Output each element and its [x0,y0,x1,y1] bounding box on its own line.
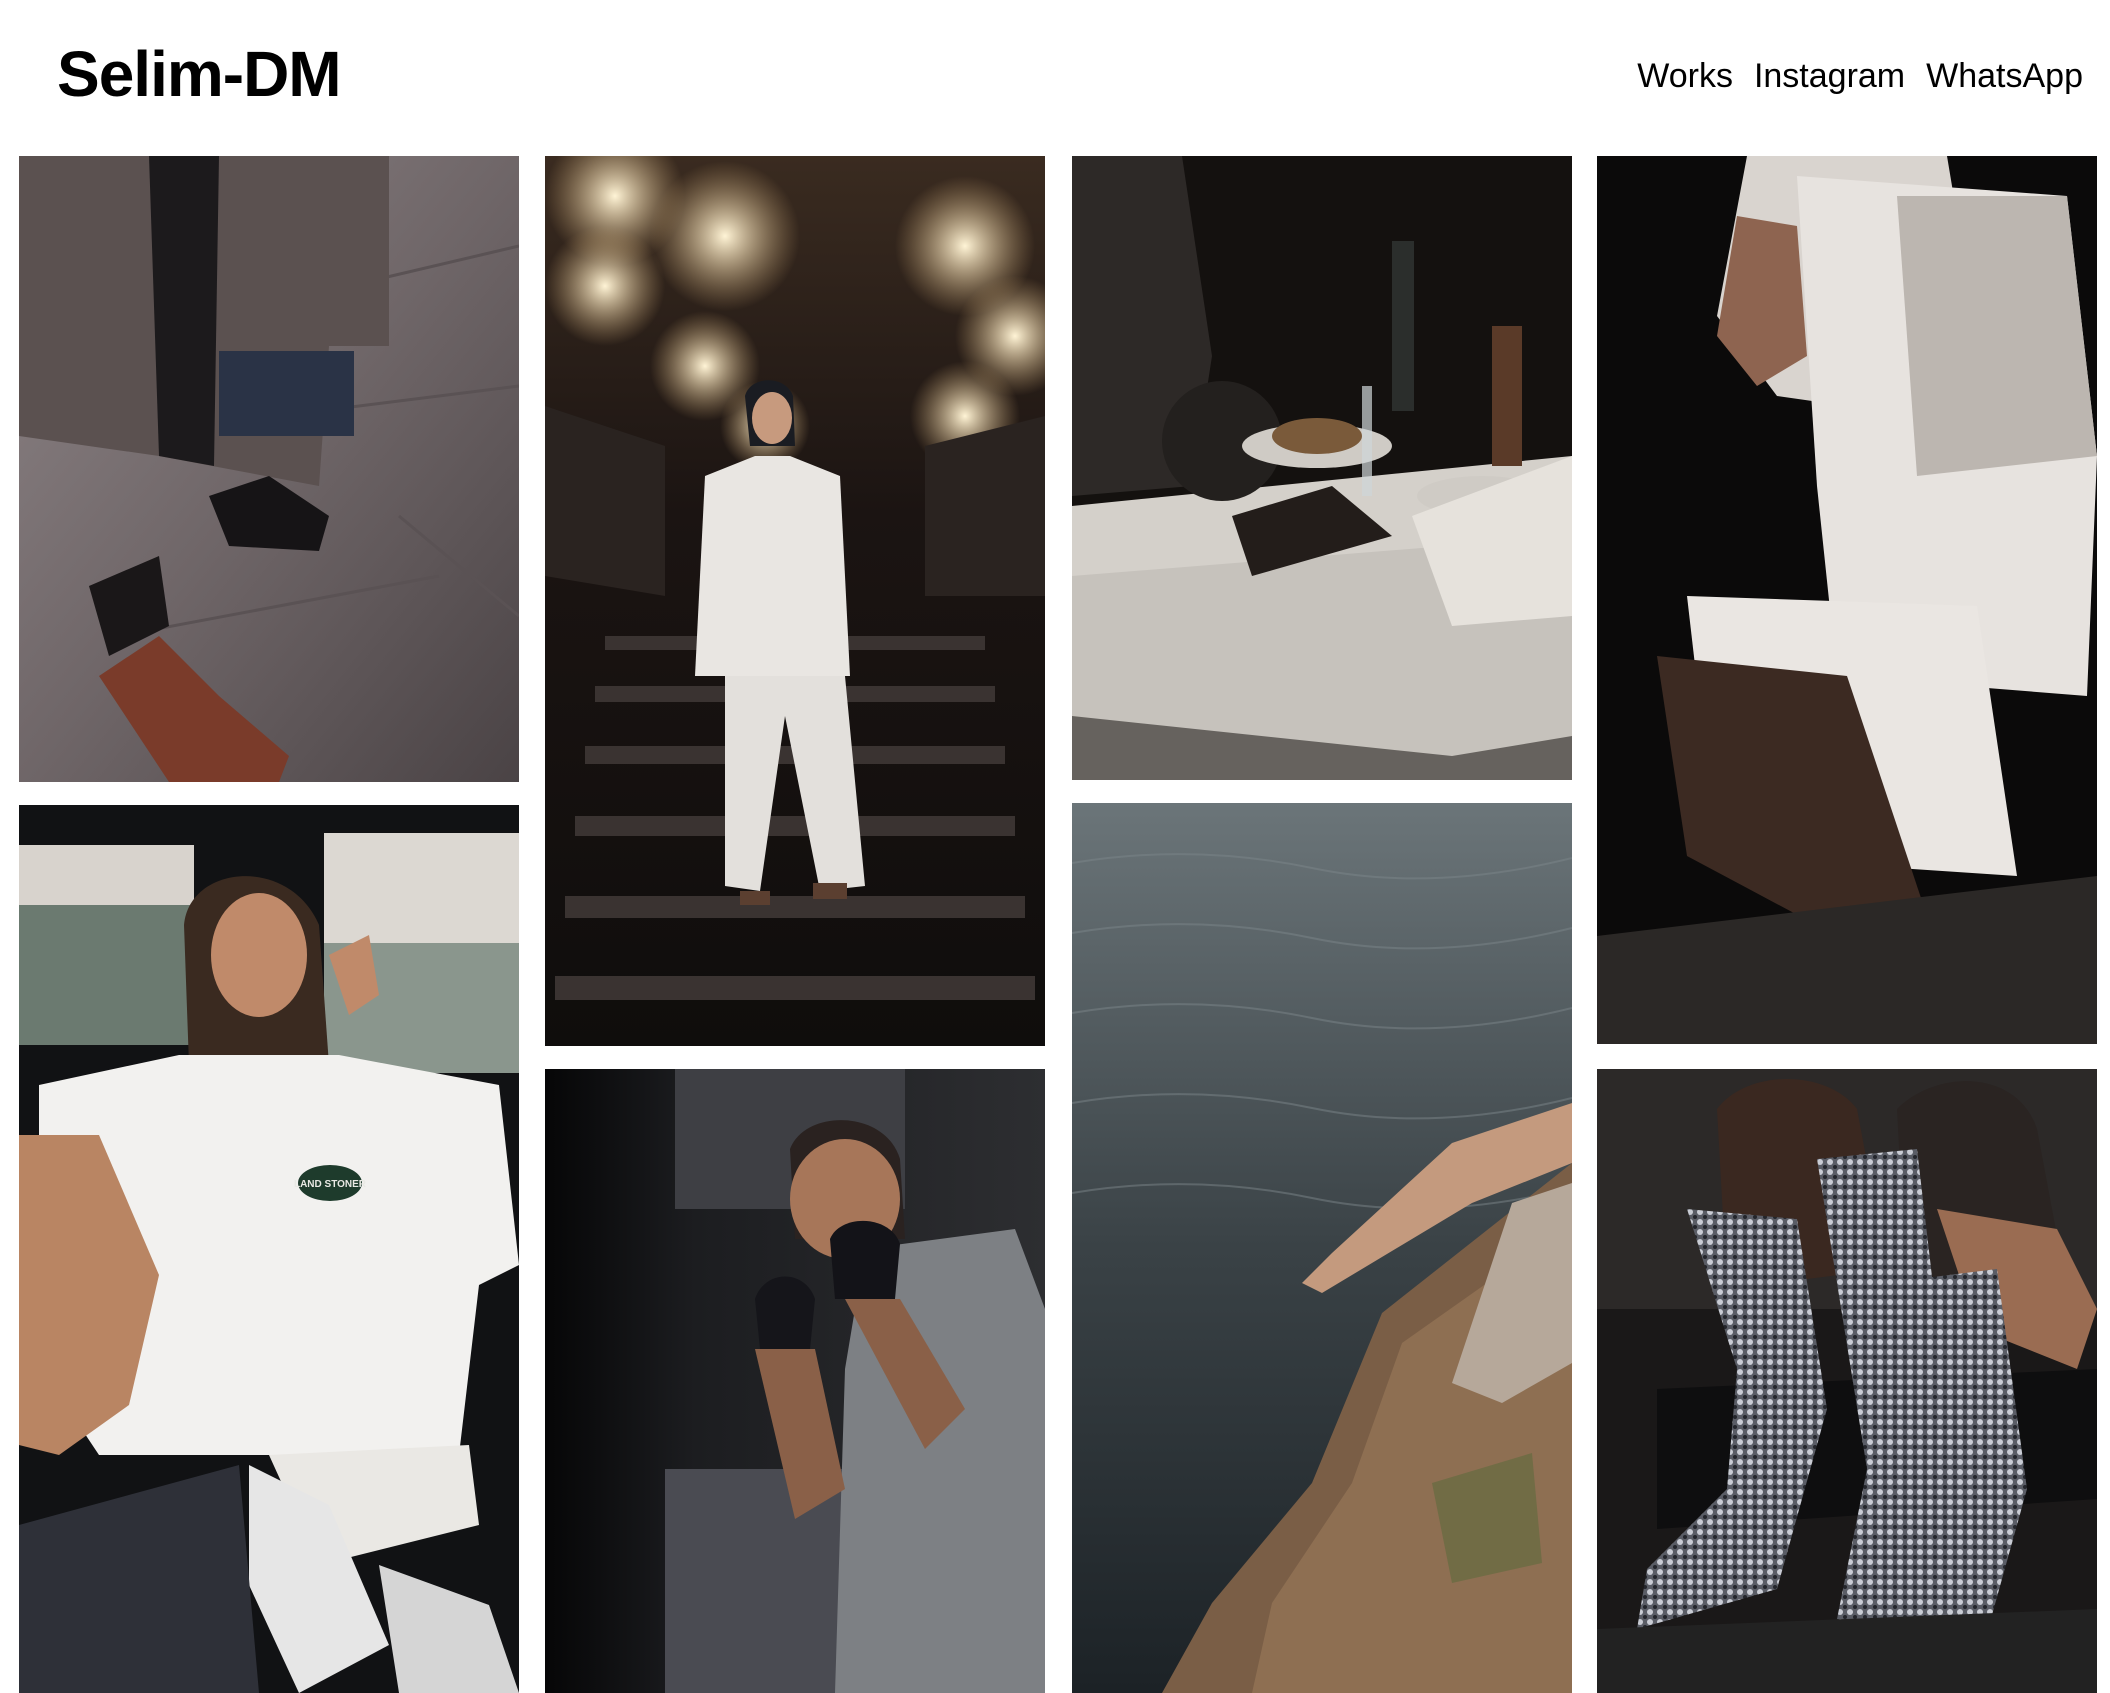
photo-gallery: LAND STONER [0,0,2110,1693]
gallery-photo-boxer[interactable] [545,1069,1045,1693]
gallery-photo-white-suit[interactable] [545,156,1045,1046]
gallery-photo-shoes[interactable] [19,156,519,782]
gallery-photo-dinner[interactable] [1072,156,1572,780]
gallery-photo-white-outfit[interactable] [1597,156,2097,1044]
gallery-photo-car-tshirt[interactable]: LAND STONER [19,805,519,1693]
shirt-badge-text: LAND STONER [294,1179,367,1190]
gallery-photo-water-rock[interactable] [1072,803,1572,1693]
gallery-photo-sequin-boots[interactable] [1597,1069,2097,1693]
